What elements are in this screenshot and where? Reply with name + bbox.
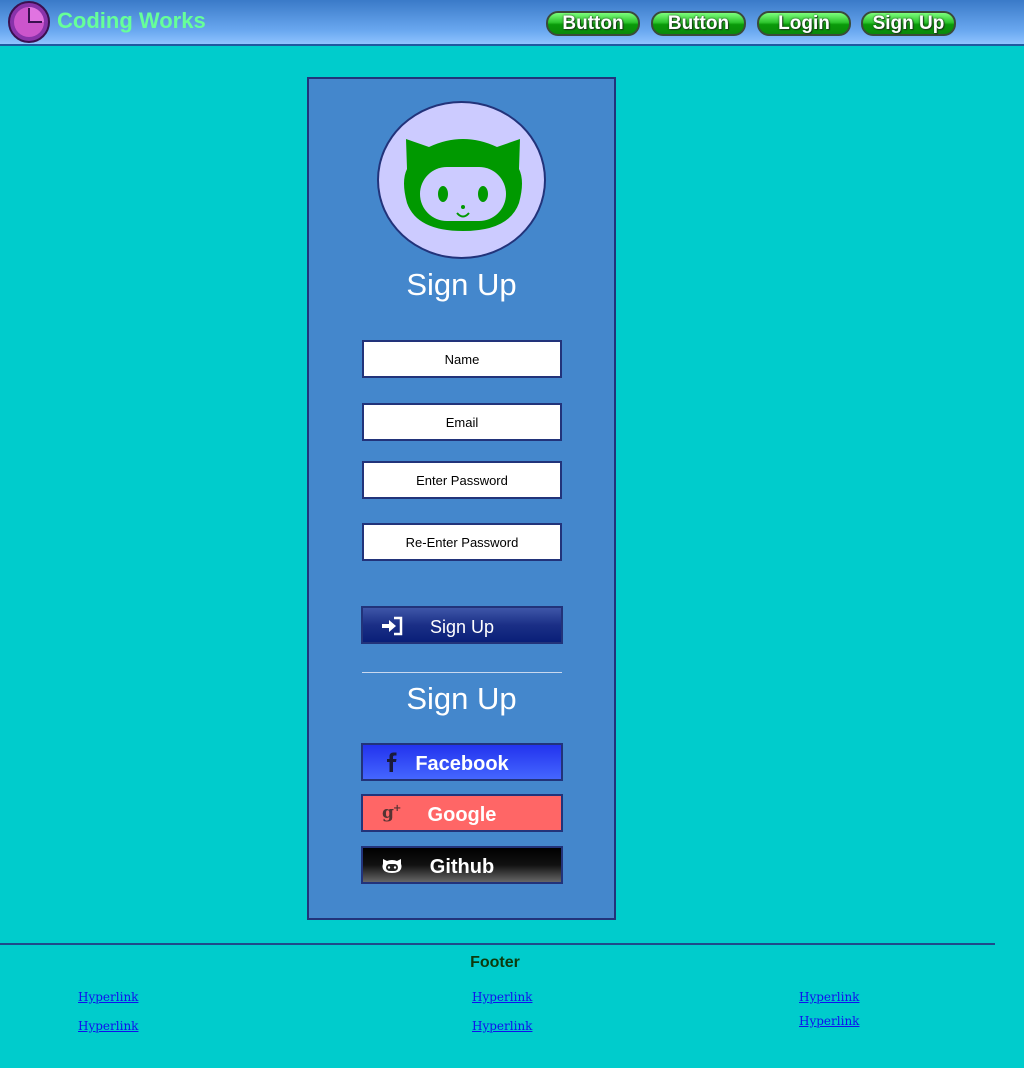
google-button[interactable]: g + Google — [361, 794, 563, 832]
brand-title: Coding Works — [57, 8, 206, 33]
avatar — [377, 101, 546, 259]
footer-link[interactable]: Hyperlink — [78, 990, 138, 1004]
name-field[interactable] — [362, 340, 562, 378]
footer-link[interactable]: Hyperlink — [799, 990, 859, 1004]
nav-login-button[interactable]: Login — [757, 11, 851, 36]
github-octocat-icon — [404, 139, 522, 231]
nav-button-2[interactable]: Button — [651, 11, 746, 36]
footer-title: Footer — [470, 954, 520, 971]
repassword-field[interactable] — [362, 523, 562, 561]
footer-link[interactable]: Hyperlink — [799, 1014, 859, 1028]
nav-signup-button[interactable]: Sign Up — [861, 11, 956, 36]
google-label: Google — [427, 804, 497, 826]
facebook-button[interactable]: Facebook — [361, 743, 563, 781]
footer-link[interactable]: Hyperlink — [472, 990, 532, 1004]
divider — [362, 672, 562, 673]
github-label: Github — [429, 856, 495, 878]
signup-heading: Sign Up — [406, 267, 517, 302]
footer-link[interactable]: Hyperlink — [78, 1019, 138, 1033]
facebook-label: Facebook — [415, 753, 509, 775]
nav-button-1[interactable]: Button — [546, 11, 640, 36]
footer-divider — [0, 943, 995, 945]
top-navbar: Coding Works Button Button Login Sign Up — [0, 0, 1024, 46]
signup-button[interactable]: Sign Up — [361, 606, 563, 644]
signup-button-label: Sign Up — [429, 617, 495, 637]
logo-icon — [8, 1, 50, 43]
footer-link[interactable]: Hyperlink — [472, 1019, 532, 1033]
signup-card: Sign Up Sign Up Sign Up Facebook g + Goo… — [307, 77, 616, 920]
password-field[interactable] — [362, 461, 562, 499]
social-signup-heading: Sign Up — [406, 681, 517, 716]
email-field[interactable] — [362, 403, 562, 441]
github-button[interactable]: Github — [361, 846, 563, 884]
